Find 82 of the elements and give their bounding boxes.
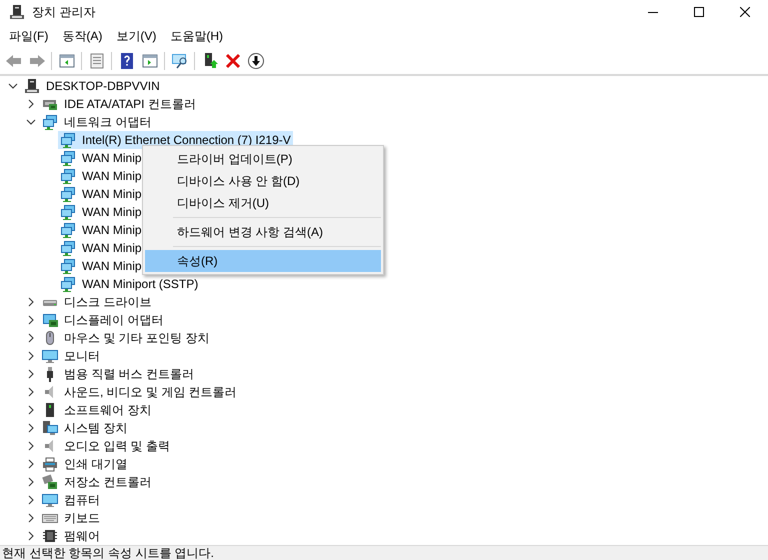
close-icon[interactable] — [740, 7, 750, 17]
tree-item-label: WAN Miniport (SSTP) — [82, 277, 198, 291]
network-icon — [60, 150, 76, 166]
tree-item[interactable]: WAN Minip — [58, 221, 144, 239]
tree-item-label: WAN Minip — [82, 259, 142, 273]
network-icon — [60, 132, 76, 148]
tree-item[interactable]: IDE ATA/ATAPI 컨트롤러 — [40, 95, 198, 113]
network-icon — [60, 222, 76, 238]
tree-item-label: IDE ATA/ATAPI 컨트롤러 — [64, 96, 196, 112]
tree-item-label: WAN Minip — [82, 187, 142, 201]
tree-item[interactable]: 펌웨어 — [40, 527, 102, 545]
tree-item-label: 키보드 — [64, 510, 100, 526]
tree-item-label: 디스크 드라이브 — [64, 294, 152, 310]
menu-item[interactable]: 파일(F) — [2, 28, 56, 44]
tree-item-label: 펌웨어 — [64, 528, 100, 544]
tree-item[interactable]: WAN Minip — [58, 185, 144, 203]
tree-item-label: 컴퓨터 — [64, 492, 100, 508]
menu-item[interactable]: 속성(R) — [145, 250, 381, 272]
tree-item[interactable]: DESKTOP-DBPVVIN — [22, 77, 162, 95]
tree-item[interactable]: 시스템 장치 — [40, 419, 130, 437]
tree-item-label: 저장소 컨트롤러 — [64, 474, 152, 490]
tree-item[interactable]: WAN Minip — [58, 257, 144, 275]
tree-item-label: 인쇄 대기열 — [64, 456, 128, 472]
tree-item-label: 모니터 — [64, 348, 100, 364]
tree-item[interactable]: 키보드 — [40, 509, 102, 527]
computer-icon — [24, 78, 40, 94]
menu-item[interactable]: 디바이스 제거(U) — [145, 192, 381, 214]
monitor-icon — [42, 348, 58, 364]
tree-item-label: 디스플레이 어댑터 — [64, 312, 164, 328]
network-icon — [60, 240, 76, 256]
tree-item-label: WAN Minip — [82, 169, 142, 183]
tree-item-label: 시스템 장치 — [64, 420, 128, 436]
monitor-icon — [42, 492, 58, 508]
tree-item-label: 소프트웨어 장치 — [64, 402, 152, 418]
tree-item[interactable]: 오디오 입력 및 출력 — [40, 437, 172, 455]
tree-item[interactable]: WAN Minip — [58, 167, 144, 185]
network-icon — [60, 258, 76, 274]
menu-item[interactable]: 동작(A) — [55, 28, 110, 44]
tree-item[interactable]: 컴퓨터 — [40, 491, 102, 509]
menu-item[interactable]: 드라이버 업데이트(P) — [145, 148, 381, 170]
tree-item[interactable]: 네트워크 어댑터 — [40, 113, 154, 131]
window-title: 장치 관리자 — [32, 4, 96, 20]
tree-item-label: 오디오 입력 및 출력 — [64, 438, 170, 454]
tree-item[interactable]: 인쇄 대기열 — [40, 455, 130, 473]
tree-item[interactable]: 사운드, 비디오 및 게임 컨트롤러 — [40, 383, 239, 401]
tree-item[interactable]: WAN Minip — [58, 203, 144, 221]
system-icon — [42, 420, 58, 436]
tree-item[interactable]: 모니터 — [40, 347, 102, 365]
network-icon — [60, 168, 76, 184]
tree-item[interactable]: 디스플레이 어댑터 — [40, 311, 166, 329]
network-icon — [60, 204, 76, 220]
menu-item[interactable]: 보기(V) — [109, 28, 164, 44]
status-text: 현재 선택한 항목의 속성 시트를 엽니다. — [1, 546, 214, 560]
tree-item-label: WAN Minip — [82, 223, 142, 237]
printer-icon — [42, 456, 58, 472]
tree-item[interactable]: 소프트웨어 장치 — [40, 401, 154, 419]
tree-item[interactable]: 마우스 및 기타 포인팅 장치 — [40, 329, 212, 347]
menu-item[interactable]: 디바이스 사용 안 함(D) — [145, 170, 381, 192]
tree-item[interactable]: 디스크 드라이브 — [40, 293, 154, 311]
tree-item-label: 마우스 및 기타 포인팅 장치 — [64, 330, 210, 346]
maximize-icon[interactable] — [694, 7, 704, 17]
tree-item-label: WAN Minip — [82, 151, 142, 165]
display-adapter-icon — [42, 312, 58, 328]
tree-item[interactable]: 범용 직렬 버스 컨트롤러 — [40, 365, 196, 383]
app-icon — [9, 4, 25, 20]
menu-item[interactable]: 하드웨어 변경 사항 검색(A) — [145, 221, 381, 243]
tree-item-label: WAN Minip — [82, 241, 142, 255]
tree-item[interactable]: WAN Minip — [58, 239, 144, 257]
tree-item[interactable]: WAN Miniport (SSTP) — [58, 275, 200, 293]
storage-controller-icon — [42, 474, 58, 490]
network-icon — [60, 186, 76, 202]
tree-item[interactable]: WAN Minip — [58, 149, 144, 167]
chip-icon — [42, 528, 58, 544]
network-icon — [60, 276, 76, 292]
tree-item[interactable]: 저장소 컨트롤러 — [40, 473, 154, 491]
tree-item-label: 사운드, 비디오 및 게임 컨트롤러 — [64, 384, 237, 400]
tree-item-label: 네트워크 어댑터 — [64, 114, 152, 130]
tree-item-label: DESKTOP-DBPVVIN — [46, 79, 160, 93]
tree-item-label: 범용 직렬 버스 컨트롤러 — [64, 366, 194, 382]
tree-item-label: WAN Minip — [82, 205, 142, 219]
menu-item[interactable]: 도움말(H) — [163, 28, 230, 44]
network-icon — [42, 114, 58, 130]
